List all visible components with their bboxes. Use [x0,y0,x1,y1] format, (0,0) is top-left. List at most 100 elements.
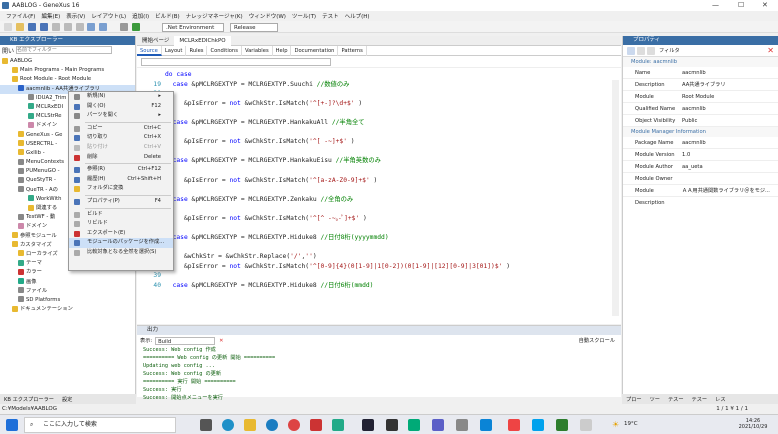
edge-alt-icon[interactable] [266,419,278,431]
tab-kb-explorer[interactable]: KB エクスプローラー [0,396,58,403]
context-menu-item[interactable]: 参照(R) Ctrl+F12 [69,165,173,175]
weather-icon[interactable]: ☀ [612,420,619,429]
menu-item[interactable]: テスト [322,12,339,20]
property-value[interactable]: aacmnlib [679,137,778,148]
sort-icon[interactable] [637,46,645,55]
property-row[interactable]: Module Version 1.0 [623,149,778,161]
property-row[interactable]: Description AA共通ライブラリ [623,79,778,91]
editor-subtab[interactable]: Source [137,46,162,56]
properties-bottom-tab[interactable]: プロー [622,396,646,403]
property-row[interactable]: Module Owner [623,173,778,185]
property-value[interactable]: ＡＡ用共通関数ライブラリ＠をモジ... [679,185,778,196]
save-icon[interactable] [27,23,36,31]
menu-item[interactable]: ナレッジマネージャ(K) [186,12,243,20]
property-value[interactable]: aacmnlib [679,103,778,114]
app-icon-7[interactable] [556,419,568,431]
app-icon-1[interactable] [310,419,322,431]
properties-bottom-tab[interactable]: テスー [664,396,688,403]
editor-subtab[interactable]: Rules [186,46,208,56]
app-icon-3[interactable] [408,419,420,431]
properties-bottom-tab[interactable]: テスー [688,396,712,403]
windows-start-icon[interactable] [6,419,18,431]
context-menu-item[interactable]: 開く(O) F12 [69,102,173,112]
property-row[interactable]: Module Description ＡＡ用共通関数ライブラリ＠をモジ... [623,185,778,206]
context-menu-item[interactable]: パーツを開く ▸ [69,111,173,121]
filter-icon[interactable] [647,46,655,55]
menu-item[interactable]: ツール(T) [292,12,316,20]
kb-filter-input[interactable] [16,46,113,54]
app-icon-5[interactable] [480,419,492,431]
menu-item[interactable]: 表示(V) [66,12,85,20]
new-icon[interactable] [4,23,12,31]
property-row[interactable]: Object Visibility Public [623,115,778,127]
environment-select[interactable]: .Net Environment [162,23,224,32]
editor-subtab[interactable]: Layout [162,46,187,56]
close-icon[interactable]: ✕ [762,1,768,9]
property-value[interactable]: aa_ueta [679,161,778,172]
teams-icon[interactable] [432,419,444,431]
property-row[interactable]: Qualified Name aacmnlib [623,103,778,115]
tab-settings[interactable]: 設定 [58,396,76,403]
open-icon[interactable] [15,23,24,31]
property-row[interactable]: Module Root Module [623,91,778,103]
context-menu-item[interactable]: モジュールのパッケージを作成... [69,238,173,248]
maximize-icon[interactable]: ☐ [738,1,744,9]
clock-date[interactable]: 2021/10/29 [736,424,770,430]
property-value[interactable] [679,173,778,184]
copy-icon[interactable] [63,23,72,31]
editor-subtab[interactable]: Patterns [338,46,367,56]
tree-item[interactable]: ドキュメンテーション [0,305,135,314]
tree-item[interactable]: AABLOG [0,57,135,66]
context-menu-item[interactable]: コピー Ctrl+C [69,124,173,134]
config-select[interactable]: Release [230,23,278,32]
menu-item[interactable]: ヘルプ(H) [345,12,370,20]
run-icon[interactable] [132,23,141,31]
menu-item[interactable]: 編集(E) [41,12,60,20]
clear-output-icon[interactable]: ✕ [219,338,223,344]
taskbar-search[interactable]: ⌕ ここに入力して検索 [24,417,176,433]
editor-subtab[interactable]: Help [273,46,292,56]
property-value[interactable]: AA共通ライブラリ [679,79,778,90]
app-icon-8[interactable] [580,419,592,431]
genexus-icon[interactable] [362,419,374,431]
menu-item[interactable]: レイアウト(L) [91,12,126,20]
context-menu-item[interactable]: 削除 Delete [69,153,173,163]
code-area[interactable]: do case 19 case &pMCLRGEXTYP = MCLRGEXTYP… [137,68,621,291]
context-menu-item[interactable]: 貼り付け Ctrl+V [69,143,173,153]
chrome-icon[interactable] [288,419,300,431]
tree-item[interactable]: Root Module - Root Module [0,75,135,84]
categorized-icon[interactable] [627,46,635,55]
property-row[interactable]: Name aacmnlib [623,67,778,79]
document-tab[interactable]: 開始ページ [137,36,174,46]
explorer-icon[interactable] [244,419,256,431]
context-menu-item[interactable]: 履歴(H) Ctrl+Shift+H [69,175,173,185]
tree-item[interactable]: Main Programs - Main Programs [0,66,135,75]
minimize-icon[interactable]: — [712,1,719,9]
build-icon[interactable] [120,23,129,31]
context-menu-item[interactable]: プロパティ(P) F4 [69,197,173,207]
tree-item[interactable]: SD Platforms [0,296,135,305]
cut-icon[interactable] [51,23,60,31]
redo-icon[interactable] [99,23,108,31]
property-row[interactable]: Module Author aa_ueta [623,161,778,173]
document-tab[interactable]: MCLRxEDIChkPO [174,36,231,46]
skype-icon[interactable] [532,419,544,431]
app-icon-4[interactable] [456,419,468,431]
task-view-icon[interactable] [200,419,212,431]
context-menu-item[interactable]: フォルダに変換 [69,184,173,194]
menu-item[interactable]: ウィンドウ(W) [249,12,286,20]
auto-scroll-button[interactable]: 自動スクロール [579,337,615,344]
context-menu-item[interactable]: 新規(N) ▸ [69,92,173,102]
context-menu-item[interactable]: 切り取り Ctrl+X [69,133,173,143]
property-row[interactable]: Package Name aacmnlib [623,137,778,149]
tree-item[interactable]: ファイル [0,287,135,296]
editor-subtab[interactable]: Documentation [291,46,339,56]
context-menu-item[interactable]: 比較対象となる全然を選択(S) [69,248,173,258]
object-selector[interactable] [141,58,331,66]
tree-item[interactable]: 画像 [0,278,135,287]
menu-item[interactable]: ファイル(F) [6,12,35,20]
properties-bottom-tab[interactable]: レス [711,396,729,403]
app-icon-6[interactable] [508,419,520,431]
editor-subtab[interactable]: Conditions [207,46,242,56]
context-menu-item[interactable]: エクスポート(E) [69,229,173,239]
